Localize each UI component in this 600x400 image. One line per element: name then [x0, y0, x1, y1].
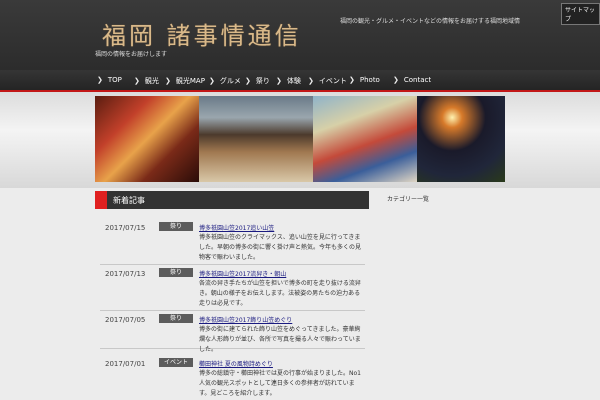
- post-date: 2017/07/13: [105, 270, 146, 278]
- post-item: 2017/07/15 祭り 博多祇園山笠2017追い山笠 博多祇園山笠のクライマ…: [100, 222, 365, 265]
- nav-item-sightseeing[interactable]: ❯ 観光: [134, 76, 159, 86]
- post-excerpt: 博多祇園山笠のクライマックス、追い山笠を見に行ってきました。早朝の博多の街に響く…: [199, 234, 361, 261]
- post-item: 2017/07/05 祭り 博多祇園山笠2017飾り山笠めぐり 博多の街に建てら…: [100, 314, 365, 353]
- chevron-right-icon: ❯: [308, 77, 314, 85]
- chevron-right-icon: ❯: [134, 77, 140, 85]
- chevron-right-icon: ❯: [245, 77, 251, 85]
- heading-accent-bar: [95, 191, 107, 209]
- nav-item-contact[interactable]: ❯ Contact: [393, 76, 431, 84]
- section-title: 新着記事: [113, 196, 145, 205]
- banner-photo-lanterns: [95, 96, 199, 182]
- sidebar-title: カテゴリー一覧: [387, 196, 430, 203]
- chevron-right-icon: ❯: [165, 77, 171, 85]
- post-date: 2017/07/15: [105, 224, 146, 232]
- site-header: 福岡 諸事情通信 福岡の情報をお届けします 福岡の観光・グルメ・イベントなどの情…: [0, 0, 600, 70]
- nav-item-top[interactable]: ❯ TOP: [97, 76, 122, 84]
- banner-photo-shrine: [199, 96, 313, 182]
- sitemap-link[interactable]: サイトマップ: [561, 3, 600, 25]
- post-excerpt: 博多の総鎮守・櫛田神社では夏の行事が始まりました。No1人気の観光スポットとして…: [199, 370, 361, 397]
- chevron-right-icon: ❯: [393, 76, 399, 84]
- post-category-badge[interactable]: 祭り: [159, 268, 193, 277]
- post-title-link[interactable]: 博多祇園山笠2017流舁き・朝山: [199, 269, 286, 278]
- post-title-link[interactable]: 博多祇園山笠2017飾り山笠めぐり: [199, 315, 292, 324]
- chevron-right-icon: ❯: [97, 76, 103, 84]
- site-tagline: 福岡の情報をお届けします: [95, 51, 168, 58]
- site-logo[interactable]: 福岡 諸事情通信: [102, 16, 302, 51]
- post-date: 2017/07/05: [105, 316, 146, 324]
- site-description: 福岡の観光・グルメ・イベントなどの情報をお届けする福岡地域情報ブログです。: [340, 18, 520, 25]
- chevron-right-icon: ❯: [276, 77, 282, 85]
- post-item: 2017/07/01 イベント 櫛田神社 夏の風物詩めぐり 博多の総鎮守・櫛田神…: [100, 358, 365, 398]
- post-title-link[interactable]: 櫛田神社 夏の風物詩めぐり: [199, 359, 273, 368]
- nav-item-festival[interactable]: ❯ 祭り: [245, 76, 270, 86]
- post-excerpt: 各流の舁き手たちが山笠を担いで博多の町を走り抜ける流舁き。朝山の様子をお伝えしま…: [199, 280, 361, 307]
- nav-item-gourmet[interactable]: ❯ グルメ: [209, 76, 241, 86]
- chevron-right-icon: ❯: [209, 77, 215, 85]
- chevron-right-icon: ❯: [349, 76, 355, 84]
- post-excerpt: 博多の街に建てられた飾り山笠をめぐってきました。豪華絢爛な人形飾りが並び、各所で…: [199, 326, 361, 353]
- nav-item-map[interactable]: ❯ 観光MAP: [165, 76, 205, 86]
- nav-item-photo[interactable]: ❯ Photo: [349, 76, 380, 84]
- post-title-link[interactable]: 博多祇園山笠2017追い山笠: [199, 223, 274, 232]
- nav-item-experience[interactable]: ❯ 体験: [276, 76, 301, 86]
- post-item: 2017/07/13 祭り 博多祇園山笠2017流舁き・朝山 各流の舁き手たちが…: [100, 268, 365, 311]
- post-category-badge[interactable]: イベント: [159, 358, 193, 367]
- banner-photo-festival-float: [313, 96, 417, 182]
- section-heading: 新着記事: [95, 191, 369, 209]
- post-date: 2017/07/01: [105, 360, 146, 368]
- main-nav: ❯ TOP ❯ 観光 ❯ 観光MAP ❯ グルメ ❯ 祭り ❯ 体験 ❯ イベント ❯ Phot…: [0, 70, 600, 92]
- post-category-badge[interactable]: 祭り: [159, 222, 193, 231]
- post-category-badge[interactable]: 祭り: [159, 314, 193, 323]
- header-banner-image: [95, 96, 505, 182]
- banner-photo-night-float: [417, 96, 505, 182]
- nav-item-event[interactable]: ❯ イベント: [308, 76, 347, 86]
